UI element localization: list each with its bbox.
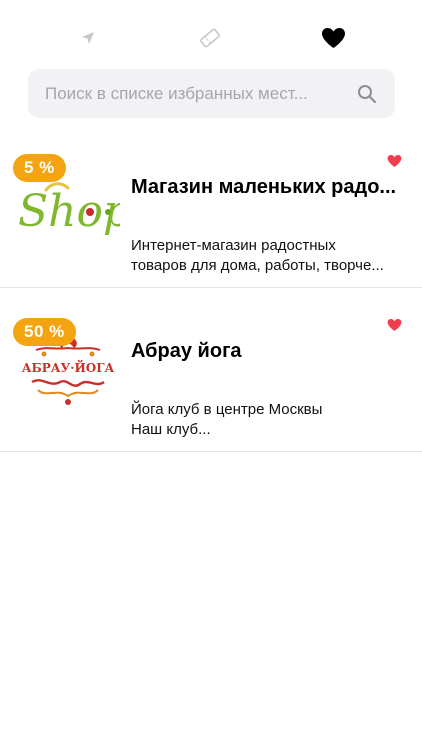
ticket-icon — [200, 28, 220, 48]
search-bar — [28, 69, 395, 118]
svg-text:Shop: Shop — [18, 186, 120, 237]
discount-badge: 5 % — [13, 154, 66, 182]
favorites-list: Shop 5 % Магазин маленьких радо... Интер… — [0, 124, 422, 452]
tab-nearby[interactable] — [68, 22, 108, 54]
item-title: Магазин маленьких радо... — [131, 176, 397, 198]
heart-icon — [321, 28, 345, 48]
heart-icon[interactable] — [387, 154, 402, 168]
description-line: Интернет-магазин радостных — [131, 237, 336, 254]
search-icon[interactable] — [357, 84, 377, 104]
description-line: Наш клуб... — [131, 421, 211, 438]
location-arrow-icon — [82, 32, 94, 44]
item-description: Йога клуб в центре Москвы Наш клуб... — [131, 400, 401, 440]
tab-favorites[interactable] — [313, 22, 353, 54]
search-input[interactable] — [45, 78, 345, 109]
svg-text:АБРАУ·ЙОГА: АБРАУ·ЙОГА — [22, 359, 115, 375]
heart-icon[interactable] — [387, 318, 402, 332]
discount-badge: 50 % — [13, 318, 76, 346]
list-item[interactable]: Shop 5 % Магазин маленьких радо... Интер… — [0, 124, 422, 288]
item-title: Абрау йога — [131, 340, 242, 362]
tab-coupons[interactable] — [190, 22, 230, 54]
description-line: товаров для дома, работы, творче... — [131, 257, 384, 274]
top-tab-bar — [0, 18, 422, 58]
description-line: Йога клуб в центре Москвы — [131, 401, 323, 418]
item-description: Интернет-магазин радостных товаров для д… — [131, 236, 401, 276]
list-item[interactable]: АБРАУ·ЙОГА 50 % Абрау йога Йога клуб в ц… — [0, 288, 422, 452]
